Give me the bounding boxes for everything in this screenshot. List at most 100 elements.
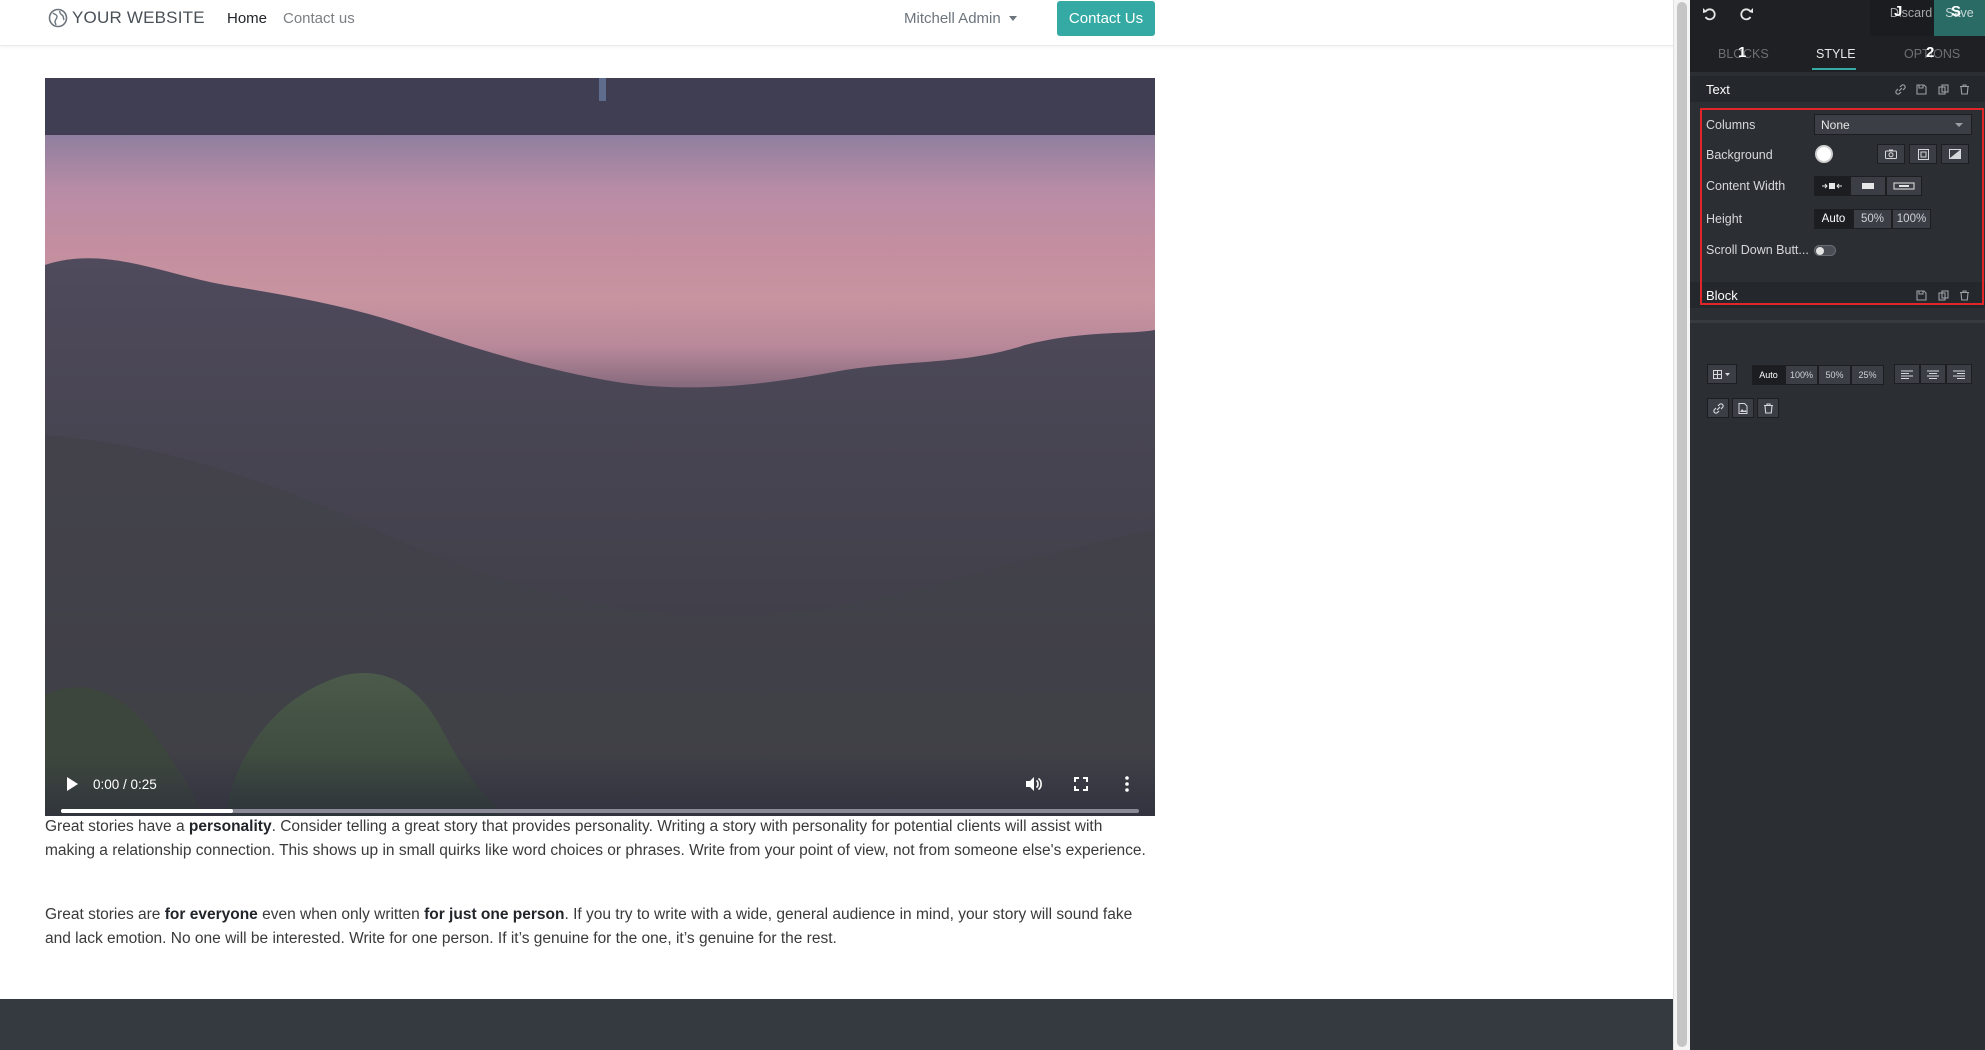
text-section-header: Text bbox=[1690, 76, 1985, 102]
video-progress-bar[interactable] bbox=[61, 809, 1139, 813]
fullscreen-icon[interactable] bbox=[1074, 777, 1088, 791]
background-image-button[interactable] bbox=[1877, 144, 1905, 164]
media-remove-button[interactable] bbox=[1757, 398, 1779, 418]
align-left-button[interactable] bbox=[1894, 364, 1920, 384]
para2-text: Great stories are bbox=[45, 906, 165, 923]
caret-down-icon bbox=[1008, 16, 1017, 21]
contact-us-button[interactable]: Contact Us bbox=[1057, 1, 1155, 36]
volume-icon[interactable] bbox=[1025, 776, 1043, 792]
block-section-title: Block bbox=[1706, 288, 1738, 303]
image-width-group: Auto 100% 50% 25% bbox=[1752, 365, 1884, 385]
height-100-button[interactable]: 100% bbox=[1892, 209, 1931, 229]
para2-bold-2: for just one person bbox=[424, 906, 565, 923]
para2-text-mid: even when only written bbox=[257, 906, 425, 923]
columns-select[interactable]: None bbox=[1814, 114, 1972, 135]
video-player[interactable]: 0:00 / 0:25 bbox=[45, 78, 1155, 816]
save-block-icon[interactable] bbox=[1916, 290, 1927, 301]
alignment-group bbox=[1894, 364, 1972, 384]
story-paragraph-2: Great stories are for everyone even when… bbox=[45, 903, 1155, 951]
overlay-marker-2: 2 bbox=[1926, 44, 1935, 61]
align-left-icon bbox=[1901, 370, 1913, 379]
height-50-button[interactable]: 50% bbox=[1853, 209, 1892, 229]
nav-link-contact[interactable]: Contact us bbox=[283, 10, 355, 27]
more-options-icon[interactable] bbox=[1125, 775, 1129, 793]
align-right-button[interactable] bbox=[1946, 364, 1972, 384]
duplicate-icon[interactable] bbox=[1938, 84, 1949, 95]
width-small-button[interactable] bbox=[1814, 176, 1850, 196]
background-gradient-button[interactable] bbox=[1941, 144, 1969, 164]
img-width-100-button[interactable]: 100% bbox=[1785, 365, 1818, 385]
page-scrollbar[interactable] bbox=[1673, 0, 1690, 1050]
trash-icon bbox=[1763, 402, 1773, 414]
para2-bold-1: for everyone bbox=[164, 906, 258, 923]
align-center-button[interactable] bbox=[1920, 364, 1946, 384]
duplicate-icon[interactable] bbox=[1938, 290, 1949, 301]
media-link-button[interactable] bbox=[1707, 398, 1729, 418]
background-label: Background bbox=[1706, 148, 1773, 162]
height-label: Height bbox=[1706, 212, 1743, 226]
align-right-icon bbox=[1953, 370, 1965, 379]
camera-icon bbox=[1885, 149, 1897, 159]
img-width-25-button[interactable]: 25% bbox=[1851, 365, 1884, 385]
active-tab-indicator bbox=[1812, 68, 1856, 70]
save-block-icon[interactable] bbox=[1916, 84, 1927, 95]
scrollbar-thumb[interactable] bbox=[1677, 2, 1687, 1047]
width-full-button[interactable] bbox=[1886, 176, 1922, 196]
user-name: Mitchell Admin bbox=[904, 10, 1001, 27]
site-footer bbox=[0, 999, 1673, 1050]
editor-tabs: BLOCKS STYLE OPTIONS 1 2 bbox=[1690, 36, 1985, 72]
regular-width-icon bbox=[1862, 183, 1874, 189]
overlay-marker-s: S bbox=[1951, 3, 1962, 20]
video-time: 0:00 / 0:25 bbox=[93, 777, 157, 792]
link-icon bbox=[1712, 402, 1724, 414]
para1-text: Great stories have a bbox=[45, 818, 189, 835]
grid-icon bbox=[1713, 369, 1730, 379]
columns-value: None bbox=[1821, 118, 1850, 132]
table-tools-group bbox=[1707, 364, 1737, 384]
overlay-marker-1: 1 bbox=[1738, 44, 1747, 61]
content-width-group bbox=[1814, 176, 1922, 196]
trash-icon[interactable] bbox=[1959, 84, 1970, 95]
overlay-marker-j: J bbox=[1894, 3, 1903, 20]
para1-bold: personality bbox=[188, 818, 272, 835]
height-auto-button[interactable]: Auto bbox=[1814, 209, 1853, 229]
media-replace-button[interactable] bbox=[1732, 398, 1754, 418]
top-navbar: YOUR WEBSITE Home Contact us Mitchell Ad… bbox=[0, 0, 1673, 46]
editor-toolbar: Discard Save J S bbox=[1690, 0, 1985, 36]
video-frame-landscape bbox=[45, 258, 1155, 816]
section-divider bbox=[1690, 320, 1985, 323]
background-color-swatch[interactable] bbox=[1815, 145, 1833, 163]
chevron-down-icon bbox=[1955, 123, 1963, 127]
grid-dropdown-button[interactable] bbox=[1707, 364, 1737, 384]
undo-icon[interactable] bbox=[1702, 6, 1718, 22]
play-icon[interactable] bbox=[65, 776, 79, 792]
background-video-button[interactable] bbox=[1909, 144, 1937, 164]
text-section-title: Text bbox=[1706, 82, 1730, 97]
site-logo[interactable]: YOUR WEBSITE bbox=[48, 8, 205, 28]
tab-style[interactable]: STYLE bbox=[1816, 47, 1856, 61]
resize-handle[interactable] bbox=[599, 78, 606, 101]
media-actions-group bbox=[1707, 398, 1779, 418]
block-section-header: Block bbox=[1690, 282, 1985, 308]
width-regular-button[interactable] bbox=[1850, 176, 1886, 196]
user-menu-dropdown[interactable]: Mitchell Admin bbox=[904, 10, 1017, 27]
narrow-width-icon bbox=[1822, 183, 1842, 189]
content-width-label: Content Width bbox=[1706, 179, 1786, 193]
img-width-50-button[interactable]: 50% bbox=[1818, 365, 1851, 385]
editor-sidebar: Discard Save J S BLOCKS STYLE OPTIONS 1 … bbox=[1690, 0, 1985, 1050]
trash-icon[interactable] bbox=[1959, 290, 1970, 301]
gradient-icon bbox=[1949, 149, 1961, 159]
background-type-group bbox=[1877, 144, 1969, 164]
video-progress-fill bbox=[61, 809, 234, 813]
link-icon[interactable] bbox=[1895, 84, 1906, 95]
columns-label: Columns bbox=[1706, 118, 1756, 132]
story-paragraph-1: Great stories have a personality. Consid… bbox=[45, 815, 1155, 863]
file-image-icon bbox=[1738, 402, 1748, 414]
scroll-down-toggle[interactable] bbox=[1814, 245, 1836, 256]
scroll-down-label: Scroll Down Butt... bbox=[1706, 243, 1809, 257]
redo-icon[interactable] bbox=[1738, 6, 1754, 22]
height-group: Auto 50% 100% bbox=[1814, 209, 1931, 229]
full-width-icon bbox=[1893, 182, 1915, 190]
img-width-auto-button[interactable]: Auto bbox=[1752, 365, 1785, 385]
nav-link-home[interactable]: Home bbox=[227, 10, 267, 27]
